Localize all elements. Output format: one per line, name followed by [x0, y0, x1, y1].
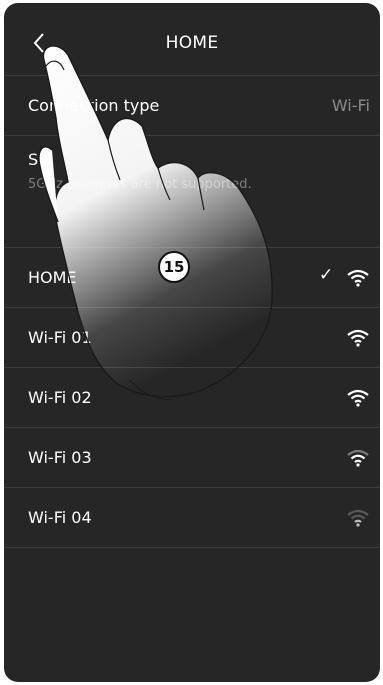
network-row-wifi-02[interactable]: Wi-Fi 02 [4, 368, 380, 428]
setup-row[interactable]: Se 5GHz networks are not supported. [4, 136, 380, 248]
step-number-badge: 15 [158, 251, 190, 283]
wifi-icon [347, 329, 369, 347]
network-name: Wi-Fi 04 [28, 508, 92, 527]
connection-type-row[interactable]: Connection type Wi-Fi [4, 76, 380, 136]
network-row-wifi-04[interactable]: Wi-Fi 04 [4, 488, 380, 548]
network-row-wifi-03[interactable]: Wi-Fi 03 [4, 428, 380, 488]
device-screen: HOME Connection type Wi-Fi Se 5GHz netwo… [4, 3, 380, 682]
network-row-wifi-01[interactable]: Wi-Fi 01 [4, 308, 380, 368]
wifi-icon [347, 449, 369, 467]
network-name: Wi-Fi 01 [28, 328, 92, 347]
wifi-icon [347, 269, 369, 287]
network-row-home[interactable]: HOME ✓ [4, 248, 380, 308]
network-name: Wi-Fi 02 [28, 388, 92, 407]
network-name: Wi-Fi 03 [28, 448, 92, 467]
frequency-note: 5GHz networks are not supported. [28, 177, 252, 192]
network-name: HOME [28, 268, 77, 287]
page-title: HOME [165, 33, 219, 53]
wifi-icon [347, 389, 369, 407]
top-bar: HOME [4, 3, 380, 76]
connection-type-value: Wi-Fi [331, 96, 370, 115]
wifi-icon [347, 509, 369, 527]
connection-type-label: Connection type [28, 96, 160, 115]
setup-label: Se [28, 150, 48, 169]
check-icon: ✓ [319, 265, 334, 285]
